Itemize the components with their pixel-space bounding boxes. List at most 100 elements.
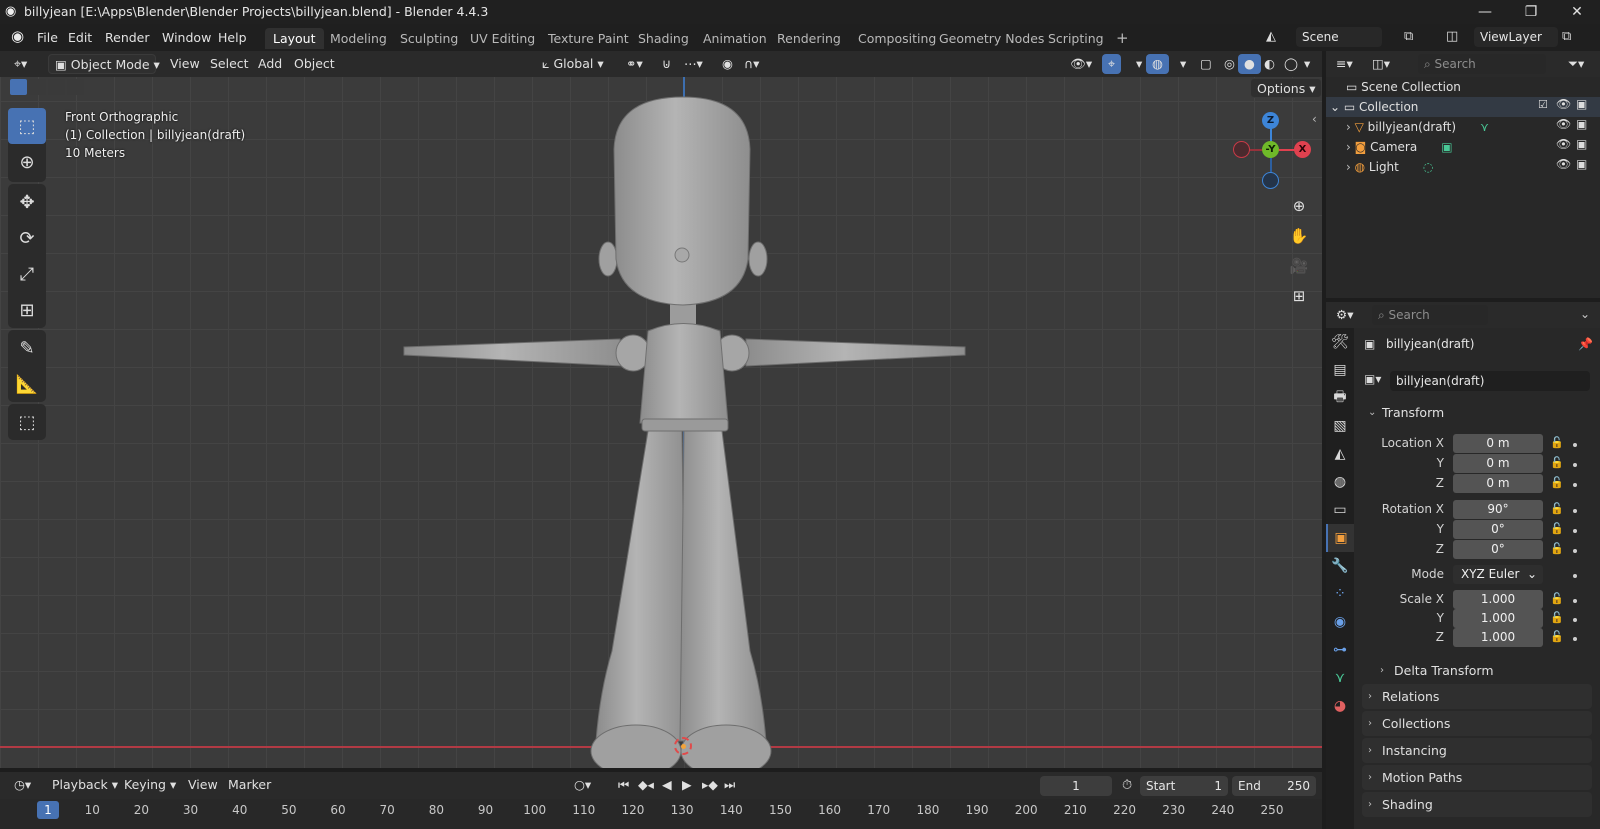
select-subtract-icon[interactable] <box>48 79 65 95</box>
scale-z-field[interactable]: 1.000 <box>1453 628 1543 647</box>
stopwatch-icon[interactable]: ⏱ <box>1122 778 1132 793</box>
tool-tab-icon[interactable]: 🛠 <box>1326 328 1354 356</box>
new-scene-icon[interactable]: ⧉ <box>1404 29 1413 44</box>
character-model[interactable] <box>390 91 980 768</box>
world-tab-icon[interactable]: ◍ <box>1326 468 1354 496</box>
annotate-tool-icon[interactable]: ✎ <box>8 330 46 366</box>
play-icon[interactable]: ▶ <box>676 775 698 795</box>
pivot-point-icon[interactable]: ⚭▾ <box>620 54 649 74</box>
outliner-editor-icon[interactable]: ≡▾ <box>1330 54 1359 74</box>
rotation-y-field[interactable]: 0° <box>1453 520 1543 539</box>
scene-name-field[interactable]: Scene <box>1296 27 1382 47</box>
scale-y-field[interactable]: 1.000 <box>1453 609 1543 628</box>
minimize-button[interactable]: — <box>1462 0 1508 24</box>
keyframe-dot[interactable] <box>1573 637 1577 641</box>
current-frame-field[interactable]: 1 <box>1040 776 1112 796</box>
timeline-menu-keying[interactable]: Keying ▾ <box>118 775 182 795</box>
auto-keying-icon[interactable]: ○▾ <box>568 775 597 795</box>
gizmo-z-axis[interactable]: Z <box>1262 112 1279 129</box>
outliner-scene-collection[interactable]: ▭ Scene Collection <box>1326 77 1600 97</box>
snap-target-icon[interactable]: ⋯▾ <box>678 54 709 74</box>
light-data-icon[interactable]: ◌ <box>1423 160 1433 174</box>
lock-icon[interactable]: 🔓 <box>1550 542 1564 555</box>
output-tab-icon[interactable]: 🖶 <box>1326 384 1354 412</box>
rotation-x-field[interactable]: 90° <box>1453 500 1543 519</box>
exclude-checkbox[interactable]: ☑ <box>1538 98 1548 111</box>
lock-icon[interactable]: 🔓 <box>1550 592 1564 605</box>
transform-tool-icon[interactable]: ⊞ <box>8 292 46 328</box>
new-view-layer-icon[interactable]: ⧉ <box>1562 29 1571 44</box>
menu-window[interactable]: Window <box>155 28 218 48</box>
data-tab-icon[interactable]: ⋎ <box>1326 664 1354 692</box>
jump-end-icon[interactable]: ⏭ <box>718 775 741 795</box>
constraints-tab-icon[interactable]: ⊶ <box>1326 636 1354 664</box>
xray-toggle-icon[interactable]: ▢ <box>1194 54 1218 74</box>
keyframe-dot[interactable] <box>1573 509 1577 513</box>
object-tab-icon[interactable]: ▣ <box>1326 524 1354 552</box>
start-frame-field[interactable]: Start 1 <box>1140 776 1228 796</box>
filter-icon[interactable]: ⏷▾ <box>1562 54 1590 74</box>
close-button[interactable]: ✕ <box>1554 0 1600 24</box>
keyframe-dot[interactable] <box>1573 483 1577 487</box>
tab-geometry-nodes[interactable]: Geometry Nodes <box>931 28 1052 49</box>
visibility-icon[interactable]: 👁▾ <box>1064 54 1098 74</box>
pin-icon[interactable]: 📌 <box>1578 337 1593 351</box>
proportional-editing-icon[interactable]: ◉ <box>716 54 739 74</box>
scene-tab-icon[interactable]: ◭ <box>1326 440 1354 468</box>
location-x-field[interactable]: 0 m <box>1453 434 1543 453</box>
scale-tool-icon[interactable]: ⤢ <box>8 256 46 292</box>
keyframe-dot[interactable] <box>1573 599 1577 603</box>
options-dropdown[interactable]: Options ▾ <box>1250 78 1323 98</box>
delta-transform-header[interactable]: › Delta Transform <box>1374 658 1592 683</box>
timeline-menu-playback[interactable]: Playback ▾ <box>46 775 124 795</box>
perspective-grid-icon[interactable]: ⊞ <box>1285 282 1313 310</box>
rotate-tool-icon[interactable]: ⟳ <box>8 220 46 256</box>
tab-modeling[interactable]: Modeling <box>322 28 395 49</box>
menu-help[interactable]: Help <box>211 28 254 48</box>
lock-icon[interactable]: 🔓 <box>1550 502 1564 515</box>
menu-file[interactable]: File <box>30 28 65 48</box>
tab-rendering[interactable]: Rendering <box>769 28 849 49</box>
properties-editor-icon[interactable]: ⚙▾ <box>1330 305 1359 325</box>
render-camera-icon[interactable]: ▣ <box>1576 157 1587 171</box>
move-tool-icon[interactable]: ✥ <box>8 184 46 220</box>
relations-panel-header[interactable]: › Relations <box>1362 684 1592 709</box>
gizmo-neg-x-axis[interactable] <box>1233 141 1250 158</box>
instancing-panel-header[interactable]: › Instancing <box>1362 738 1592 763</box>
tab-shading[interactable]: Shading <box>630 28 697 49</box>
view-layer-icon[interactable]: ◫ <box>1446 29 1458 44</box>
lock-icon[interactable]: 🔓 <box>1550 456 1564 469</box>
outliner-search-input[interactable]: ⌕ Search <box>1418 54 1546 74</box>
gizmo-neg-z-axis[interactable] <box>1262 172 1279 189</box>
chevron-down-icon[interactable]: ⌄ <box>1580 307 1590 321</box>
render-camera-icon[interactable]: ▣ <box>1576 117 1587 131</box>
pan-hand-icon[interactable]: ✋ <box>1285 222 1313 250</box>
viewport-menu-view[interactable]: View <box>164 54 206 74</box>
shading-dropdown[interactable]: ▾ <box>1298 54 1316 74</box>
timeline-menu-marker[interactable]: Marker <box>222 775 277 795</box>
gizmo-toggle-icon[interactable]: ⌖ <box>1102 54 1122 74</box>
motion-paths-panel-header[interactable]: › Motion Paths <box>1362 765 1592 790</box>
overlays-toggle-icon[interactable]: ◍ <box>1146 54 1169 74</box>
tab-layout[interactable]: Layout <box>265 28 324 49</box>
viewport-menu-add[interactable]: Add <box>252 54 288 74</box>
visibility-eye-icon[interactable]: 👁 <box>1556 157 1571 171</box>
transform-orientation-selector[interactable]: ⟀ Global ▾ <box>536 54 610 74</box>
timeline-menu-view[interactable]: View <box>182 775 224 795</box>
lock-icon[interactable]: 🔓 <box>1550 436 1564 449</box>
render-camera-icon[interactable]: ▣ <box>1576 97 1587 111</box>
keyframe-dot[interactable] <box>1573 618 1577 622</box>
sidebar-toggle-icon[interactable]: ‹ <box>1312 112 1317 126</box>
collections-panel-header[interactable]: › Collections <box>1362 711 1592 736</box>
tab-texture-paint[interactable]: Texture Paint <box>540 28 637 49</box>
select-intersect-icon[interactable] <box>67 79 84 95</box>
particles-tab-icon[interactable]: ⁘ <box>1326 580 1354 608</box>
lock-icon[interactable]: 🔓 <box>1550 611 1564 624</box>
navigation-gizmo[interactable]: Z -Y X <box>1233 112 1320 196</box>
snap-icon[interactable]: ⊍ <box>656 54 677 74</box>
properties-search-input[interactable]: ⌕ Search <box>1372 305 1488 325</box>
cursor-tool-icon[interactable]: ⊕ <box>8 144 46 180</box>
end-frame-field[interactable]: End 250 <box>1232 776 1316 796</box>
render-tab-icon[interactable]: ▤ <box>1326 356 1354 384</box>
keyframe-dot[interactable] <box>1573 463 1577 467</box>
